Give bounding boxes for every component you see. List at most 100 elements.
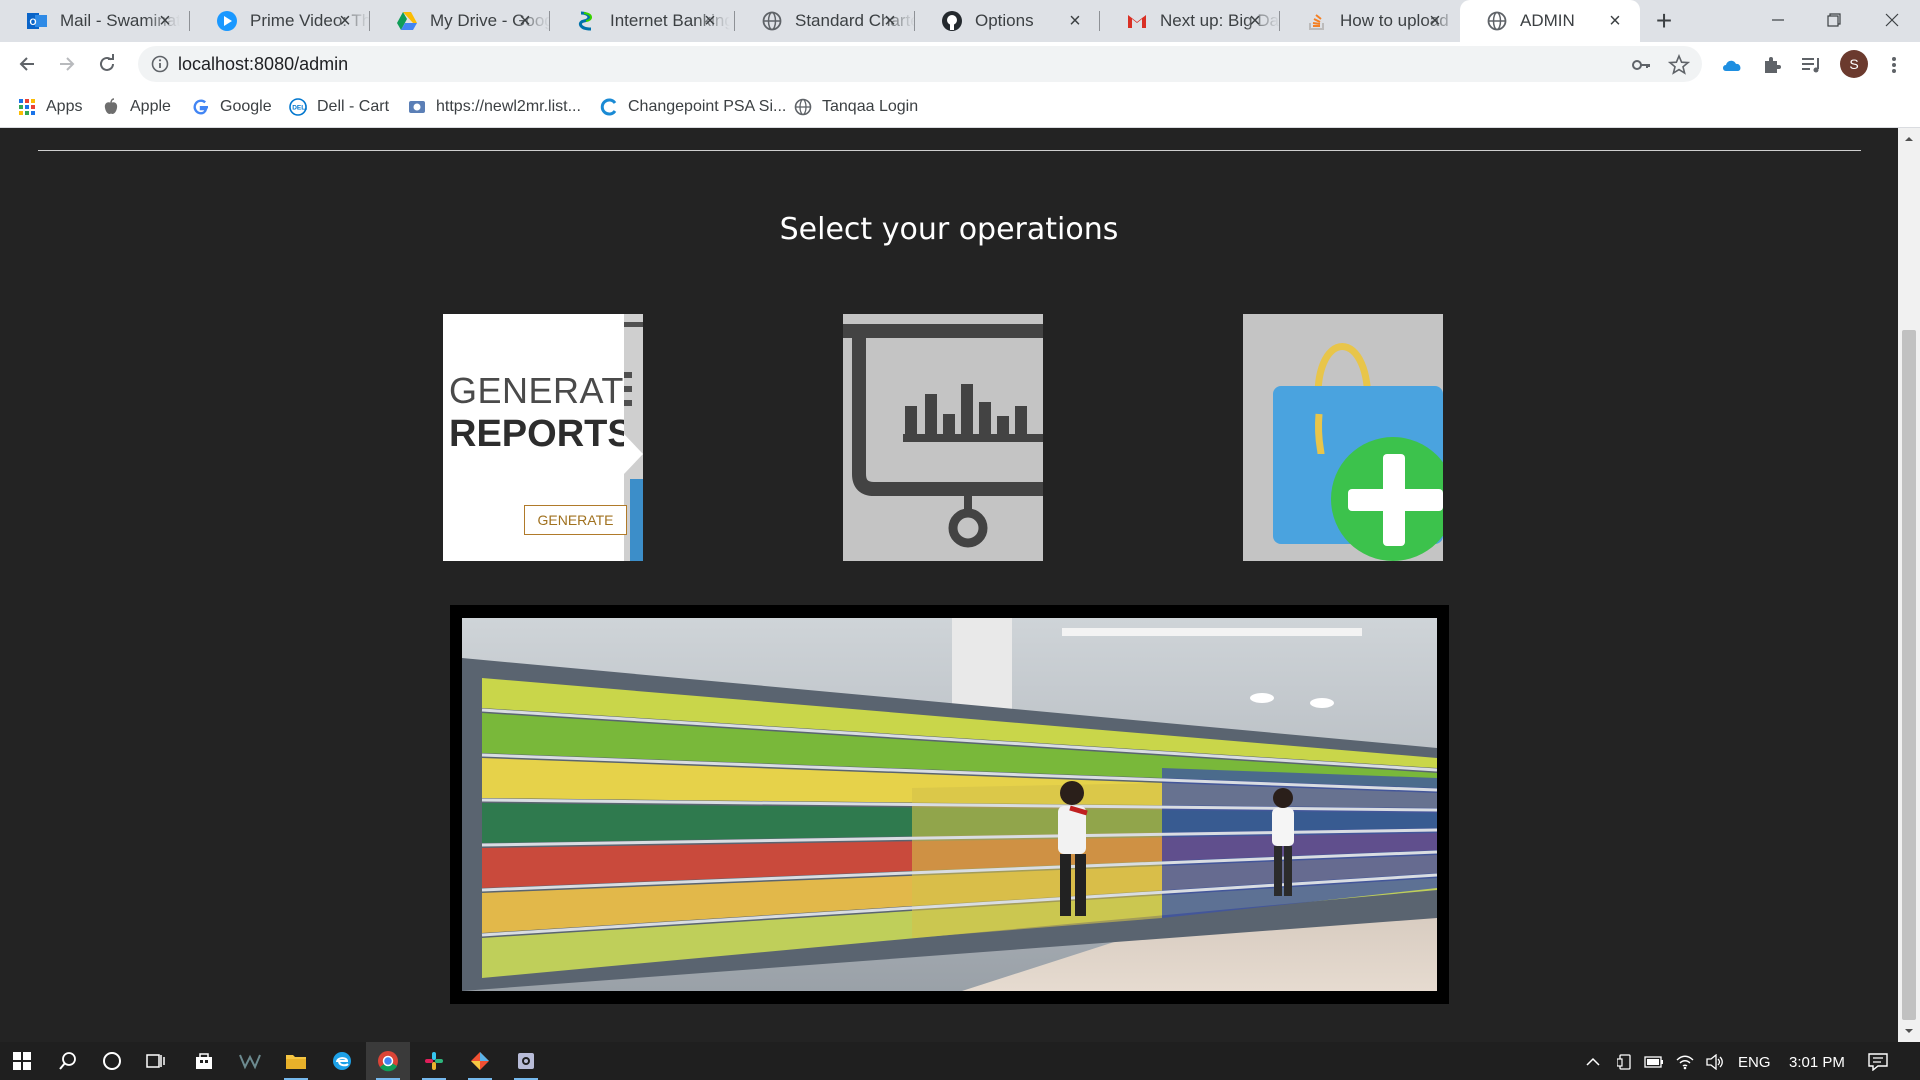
google-icon — [192, 98, 210, 116]
chrome-icon[interactable] — [366, 1042, 410, 1080]
close-tab-icon[interactable]: × — [1064, 10, 1086, 32]
reload-button[interactable] — [92, 49, 122, 79]
banner-frame — [450, 605, 1449, 1004]
tab-prime-video[interactable]: Prime Video: The × — [190, 0, 370, 42]
bookmark-label: Apps — [46, 98, 83, 115]
settings-app-icon[interactable] — [504, 1042, 548, 1080]
globe-icon — [1486, 10, 1508, 32]
back-button[interactable] — [12, 49, 42, 79]
bookmark-label: https://newl2mr.list... — [436, 98, 581, 115]
tab-admin[interactable]: ADMIN × — [1460, 0, 1640, 42]
info-icon[interactable] — [150, 54, 170, 74]
wifi-icon[interactable] — [1676, 1052, 1694, 1072]
browser-toolbar: localhost:8080/admin S — [0, 42, 1920, 86]
tab-options[interactable]: Options × — [915, 0, 1100, 42]
store-icon[interactable] — [182, 1042, 226, 1080]
tab-google-drive[interactable]: My Drive - Google × — [370, 0, 550, 42]
scrollbar-thumb[interactable] — [1902, 330, 1916, 1020]
generate-reports-card[interactable]: GENERATE REPORTS GENERATE — [443, 314, 643, 561]
star-icon[interactable] — [1668, 54, 1690, 76]
url-text[interactable]: localhost:8080/admin — [178, 54, 348, 75]
minimize-button[interactable] — [1750, 0, 1806, 40]
presentation-chart-icon — [843, 314, 1043, 561]
page-content: Select your operations GENERATE REPORTS … — [0, 128, 1898, 1042]
changepoint-icon — [600, 98, 618, 116]
tab-strip: O Mail - Swaminathan × Prime Video: The … — [0, 0, 1920, 42]
search-icon[interactable] — [46, 1042, 90, 1080]
scroll-up-icon — [1905, 137, 1913, 141]
chevron-up-icon[interactable] — [1586, 1052, 1600, 1072]
close-tab-icon[interactable]: × — [154, 10, 176, 32]
bookmark-changepoint[interactable]: Changepoint PSA Si... — [600, 94, 786, 120]
close-tab-icon[interactable]: × — [1604, 10, 1626, 32]
extensions-icon[interactable] — [1760, 53, 1784, 77]
arrow-left-icon — [19, 57, 34, 71]
close-window-button[interactable] — [1864, 0, 1920, 40]
onedrive-icon[interactable] — [1720, 53, 1744, 77]
menu-dots-icon[interactable] — [1882, 53, 1906, 77]
outlook-icon: O — [26, 10, 48, 32]
bookmark-google[interactable]: Google — [192, 94, 272, 120]
bookmark-tanqaa[interactable]: Tanqaa Login — [794, 94, 918, 120]
tab-how-to-upload[interactable]: How to upload × — [1280, 0, 1460, 42]
bookmark-label: Changepoint PSA Si... — [628, 98, 787, 115]
key-icon[interactable] — [1630, 54, 1652, 76]
address-bar[interactable]: localhost:8080/admin — [138, 46, 1702, 82]
cortana-icon[interactable] — [90, 1042, 134, 1080]
close-tab-icon[interactable]: × — [334, 10, 356, 32]
page-scrollbar[interactable] — [1898, 128, 1920, 1042]
battery-icon[interactable] — [1644, 1052, 1664, 1072]
clock[interactable]: 3:01 PM — [1789, 1052, 1845, 1072]
globe-icon — [761, 10, 783, 32]
windows-start-icon[interactable] — [0, 1042, 44, 1080]
close-tab-icon[interactable]: × — [699, 10, 721, 32]
bookmark-label: Apple — [130, 98, 171, 115]
media-queue-icon[interactable] — [1800, 53, 1824, 77]
tab-mail[interactable]: O Mail - Swaminathan × — [0, 0, 190, 42]
shopping-bag-add-icon — [1243, 314, 1443, 561]
dell-icon: DELL — [289, 98, 307, 116]
bookmark-label: Dell - Cart — [317, 98, 390, 115]
app-icon[interactable] — [228, 1042, 272, 1080]
file-explorer-icon[interactable] — [274, 1042, 318, 1080]
bookmark-apple[interactable]: Apple — [102, 94, 171, 120]
arrow-right-icon — [60, 57, 75, 71]
close-tab-icon[interactable]: × — [1244, 10, 1266, 32]
generate-button[interactable]: GENERATE — [524, 505, 627, 535]
new-tab-button[interactable]: + — [1650, 7, 1678, 36]
tab-standard-chartered[interactable]: Standard Chartered × — [735, 0, 915, 42]
language-indicator[interactable]: ENG — [1738, 1052, 1771, 1072]
close-tab-icon[interactable]: × — [514, 10, 536, 32]
bookmark-label: Google — [220, 98, 272, 115]
globe-icon — [794, 98, 812, 116]
bookmark-newl2mr[interactable]: https://newl2mr.list... — [408, 94, 581, 120]
volume-icon[interactable] — [1706, 1052, 1724, 1072]
close-tab-icon[interactable]: × — [1424, 10, 1446, 32]
notification-icon[interactable] — [1868, 1052, 1888, 1072]
web-icon — [408, 98, 426, 116]
scroll-down-icon — [1905, 1029, 1913, 1033]
tab-gmail[interactable]: Next up: Big Data × — [1100, 0, 1280, 42]
git-icon[interactable] — [458, 1042, 502, 1080]
profile-avatar[interactable]: S — [1840, 50, 1868, 78]
divider — [38, 150, 1861, 151]
tab-internet-banking[interactable]: Internet Banking × — [550, 0, 735, 42]
add-product-card[interactable] — [1243, 314, 1443, 561]
analytics-card[interactable] — [843, 314, 1043, 561]
device-icon[interactable] — [1617, 1052, 1633, 1072]
card-title-line2: REPORTS — [449, 413, 633, 455]
task-view-icon[interactable] — [134, 1042, 178, 1080]
supermarket-shelves-photo — [462, 618, 1437, 991]
svg-text:O: O — [30, 17, 37, 27]
edge-icon[interactable] — [320, 1042, 364, 1080]
close-tab-icon[interactable]: × — [879, 10, 901, 32]
bookmark-apps[interactable]: Apps — [18, 94, 82, 120]
restore-button[interactable] — [1806, 0, 1862, 40]
apple-icon — [102, 98, 120, 116]
prime-video-icon — [216, 10, 238, 32]
reload-icon — [100, 54, 114, 71]
bookmark-dell-cart[interactable]: DELL Dell - Cart — [289, 94, 389, 120]
bookmarks-bar: Apps Apple Google DELL Dell - Cart https… — [0, 86, 1920, 128]
slack-icon[interactable] — [412, 1042, 456, 1080]
forward-button[interactable] — [52, 49, 82, 79]
